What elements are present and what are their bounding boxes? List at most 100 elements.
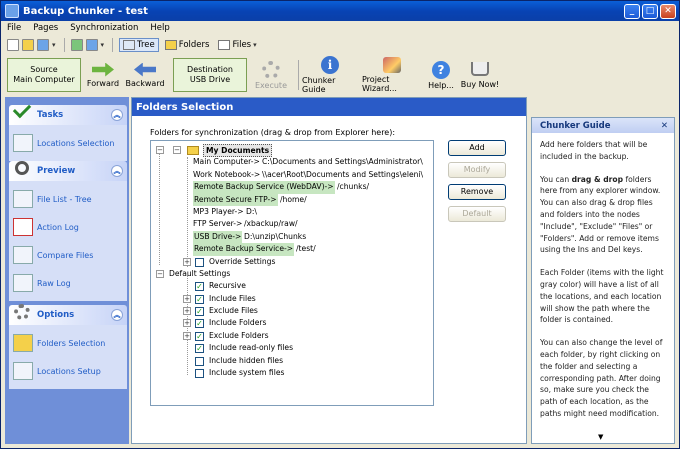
sync-dropdown-icon[interactable]: ▾ [101,41,105,49]
menu-bar: File Pages Synchronization Help [1,21,679,35]
tree-row-location[interactable]: Work Notebook-> \\acer\Root\Documents and… [151,169,433,181]
sidebar-item-label: Locations Setup [37,366,101,376]
source-location-button[interactable]: Source Main Computer [7,58,81,92]
guide-close-icon[interactable]: ✕ [661,121,668,131]
buy-now-button[interactable]: Buy Now! [460,57,500,93]
toolbar-separator [63,38,65,52]
expander-plus-icon[interactable]: + [183,294,191,303]
folder-label[interactable]: My Documents [203,144,273,157]
menu-file[interactable]: File [7,23,21,33]
destination-location-button[interactable]: Destination USB Drive [173,58,247,92]
tree-row-setting[interactable]: ✓ Include read-only files [151,342,433,354]
sidebar-item-folders-selection[interactable]: Folders Selection [13,329,123,357]
refresh-icon[interactable] [70,39,83,51]
backward-button[interactable]: Backward [125,57,165,93]
expander-plus-icon[interactable]: + [183,331,191,340]
setting-label: Include hidden files [209,355,284,365]
setting-checkbox[interactable]: ✓ [195,282,204,292]
tree-view-toggle[interactable]: Tree [119,38,159,52]
tree-row-setting[interactable]: + ✓ Exclude Files [151,305,433,317]
setting-label: Recursive [209,281,246,291]
title-bar[interactable]: Backup Chunker - test _ □ ✕ [1,1,679,21]
sidebar-item-locations-setup[interactable]: Locations Setup [13,357,123,385]
folders-tree[interactable]: − − My Documents Main Computer-> C:\Docum… [150,140,434,406]
default-button[interactable]: Default [448,206,506,222]
minimize-button[interactable]: _ [624,3,640,19]
expander-plus-icon[interactable]: + [183,319,191,328]
sync-icon[interactable] [85,39,98,51]
setting-checkbox[interactable] [195,356,204,366]
forward-button[interactable]: Forward [85,57,121,93]
expander-minus-icon[interactable]: − [173,146,181,154]
expander-plus-icon[interactable]: + [183,257,191,266]
scroll-down-arrow-icon[interactable]: ▼ [598,433,603,441]
execute-button[interactable]: Execute [251,57,291,93]
options-group-header[interactable]: Options ︽ [9,304,127,325]
files-view-toggle[interactable]: Files ▾ [215,39,261,51]
preview-group-body: File List - Tree Action Log Compare File… [9,181,127,301]
save-dropdown-icon[interactable]: ▾ [52,41,56,49]
files-dropdown-icon[interactable]: ▾ [253,41,257,49]
help-button[interactable]: ? Help... [426,57,456,93]
project-wizard-button[interactable]: Project Wizard... [362,57,422,93]
tree-row-location[interactable]: Remote Secure FTP->/home/ [151,193,433,206]
tasks-group-header[interactable]: Tasks ︽ [9,99,127,125]
tree-row-location[interactable]: Remote Backup Service->/test/ [151,243,433,256]
tree-row-setting[interactable]: + ✓ Include Files [151,293,433,305]
remove-button[interactable]: Remove [448,184,506,200]
sidebar-item-action-log[interactable]: Action Log [13,213,123,241]
close-button[interactable]: ✕ [660,3,676,19]
folders-icon [164,40,177,50]
chunker-guide-button[interactable]: i Chunker Guide [302,56,358,94]
setting-checkbox[interactable]: ✓ [195,294,204,304]
location-name: Main Computer-> [193,157,260,167]
open-folder-icon[interactable] [22,39,34,51]
tree-row-location[interactable]: FTP Server->/xbackup/raw/ [151,218,433,230]
modify-button[interactable]: Modify [448,162,506,178]
expander-minus-icon[interactable]: − [156,269,164,278]
override-checkbox[interactable] [195,257,204,267]
collapse-chevron-icon[interactable]: ︽ [111,109,123,121]
add-button[interactable]: Add [448,140,506,156]
tree-row-root[interactable]: − − My Documents [151,144,433,157]
tree-row-override-settings[interactable]: + Override Settings [151,256,433,268]
options-title: Options [37,310,75,320]
sidebar-item-locations-selection[interactable]: Locations Selection [13,129,123,157]
tree-row-location[interactable]: USB Drive-> D:\unzip\Chunks [151,230,433,244]
setting-checkbox[interactable]: ✓ [195,307,204,317]
expander-plus-icon[interactable]: + [183,307,191,316]
setting-checkbox[interactable]: ✓ [195,331,204,341]
setting-checkbox[interactable]: ✓ [195,344,204,354]
new-icon[interactable] [7,39,19,51]
guide-text-bold: drag & drop [571,174,624,184]
tree-row-location[interactable]: Main Computer-> C:\Documents and Settings… [151,156,433,168]
setting-checkbox[interactable]: ✓ [195,319,204,329]
maximize-button[interactable]: □ [642,3,658,19]
menu-pages[interactable]: Pages [33,23,58,33]
tree-row-setting[interactable]: + ✓ Include Folders [151,317,433,329]
expander-minus-icon[interactable]: − [156,146,164,154]
tree-row-location[interactable]: Remote Backup Service (WebDAV)->/chunks/ [151,181,433,194]
tree-row-setting[interactable]: Include system files [151,367,433,379]
action-log-icon [13,218,33,236]
tree-row-default-settings[interactable]: − Default Settings [151,268,433,280]
tree-row-setting[interactable]: + ✓ Exclude Folders [151,330,433,342]
tree-row-location[interactable]: MP3 Player-> D:\ [151,206,433,218]
sidebar-item-compare-files[interactable]: Compare Files [13,241,123,269]
guide-text-run: You can [540,174,572,184]
save-icon[interactable] [37,39,49,51]
sidebar-item-file-list-tree[interactable]: File List - Tree [13,185,123,213]
collapse-chevron-icon[interactable]: ︽ [111,165,123,177]
setting-checkbox[interactable] [195,369,204,379]
preview-group-header[interactable]: Preview ︽ [9,161,127,181]
sidebar-item-raw-log[interactable]: Raw Log [13,269,123,297]
cart-icon [471,61,489,76]
tasks-group-body: Locations Selection [9,125,127,161]
tree-row-setting[interactable]: ✓ Recursive [151,280,433,292]
menu-help[interactable]: Help [150,23,169,33]
folders-view-toggle[interactable]: Folders [162,39,213,51]
menu-synchronization[interactable]: Synchronization [70,23,138,33]
collapse-chevron-icon[interactable]: ︽ [111,309,123,321]
tree-row-setting[interactable]: Include hidden files [151,355,433,367]
preview-group: Preview ︽ File List - Tree Action Log Co… [9,161,127,301]
